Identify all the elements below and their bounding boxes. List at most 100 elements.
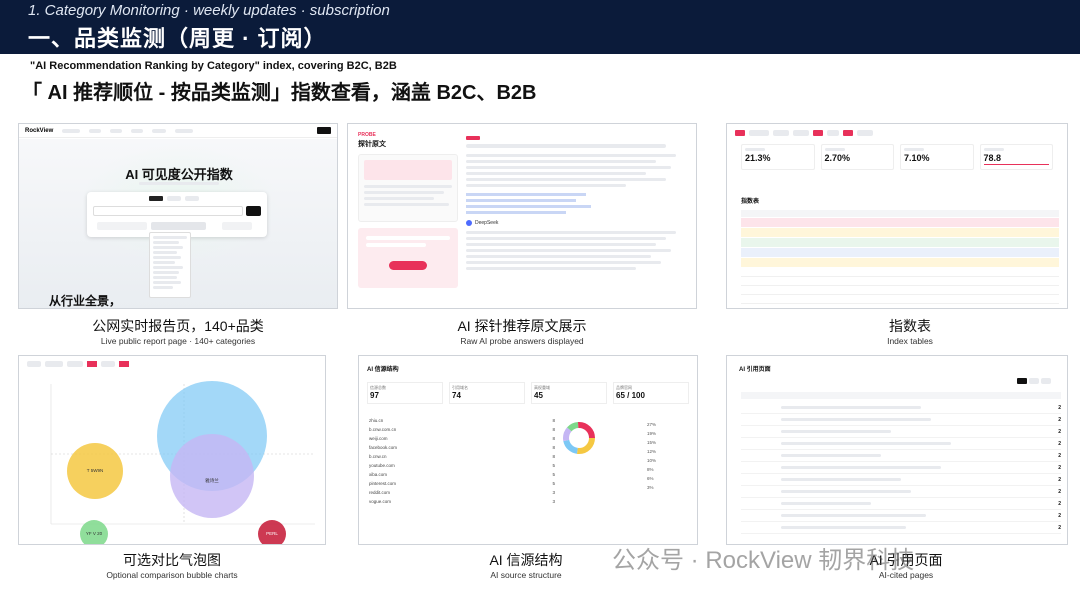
list-item[interactable]: 2 [741,450,1061,462]
kpi-value: 7.10% [904,153,930,163]
section-subtitle: 1. Category Monitoring · weekly updates … [28,2,390,19]
category-select-2[interactable] [151,222,206,230]
kpi-value: 2.70% [824,153,851,163]
logo: RockView [25,127,54,134]
search-input[interactable] [93,206,243,216]
login-button[interactable] [317,127,331,134]
kpi-value: 45 [534,391,543,400]
bubble-label: PERL [266,531,278,536]
share-value: 10% [647,458,657,463]
screenshot-probe-answers: PROBE 探针原文 DeepSeek [347,123,697,309]
search-card [87,192,267,237]
caption-subtitle: Optional comparison bubble charts [106,570,238,580]
table-row[interactable] [741,258,1059,267]
caption-title: AI 探针推荐原文展示 [457,318,587,334]
section-title: 一、品类监测（周更 · 订阅） [28,26,327,51]
table-row[interactable] [741,218,1059,227]
share-value: 6% [647,476,654,481]
screenshot-cited-pages: AI 引用页面 2 2 2 2 2 2 2 2 2 2 2 [726,355,1068,545]
list-item[interactable]: 2 [741,414,1061,426]
caption-subtitle: Raw AI probe answers displayed [460,336,584,346]
list-item[interactable]: 2 [741,522,1061,534]
share-value: 3% [647,485,654,490]
kpi-value: 21.3% [745,153,771,163]
deepseek-label: DeepSeek [475,220,499,226]
table-row[interactable] [741,228,1059,237]
bubble-label: T 5W9N [87,468,103,473]
bubble-plot: T 5W9N 雅诗兰 YF V 20 PERL [50,381,315,544]
caption-probe-answers: AI 探针推荐原文展示 Raw AI probe answers display… [357,316,687,346]
table-row[interactable]: xiba.com 5 [367,470,557,479]
table-row[interactable] [741,268,1059,277]
list-item[interactable]: 2 [741,402,1061,414]
caption-title: 指数表 [889,318,931,334]
cited-title: AI 引用页面 [739,367,771,373]
list-item[interactable]: 2 [741,462,1061,474]
table-row[interactable] [741,295,1059,304]
list-item[interactable]: 2 [741,486,1061,498]
screenshot-public-report: RockView AI 可见度公开指数 从行业全景， [18,123,338,309]
watermark: 公众号 · RockView 韧界科技 [612,547,915,574]
table-title: 指数表 [741,199,760,205]
category-select[interactable] [97,222,147,230]
caption-title: 可选对比气泡图 [123,552,221,568]
kpi-value: 65 / 100 [616,391,645,400]
question-card [358,154,458,222]
context-label: "AI Recommendation Ranking by Category" … [30,60,397,72]
kpi-value: 74 [452,391,461,400]
list-item[interactable]: 2 [741,474,1061,486]
table-row[interactable] [741,277,1059,286]
screenshot-source-structure: AI 信源结构 信源总数 97 引用域名 74 高权重域 45 品牌官网 65 … [358,355,698,545]
share-value: 19% [647,431,657,436]
kpi-value: 78.8 [983,153,1002,163]
caption-index-table: 指数表 Index tables [745,316,1075,346]
table-row[interactable]: reddit.com 3 [367,488,557,497]
probe-title: 探针原文 [358,141,386,148]
table-row[interactable]: facebook.com 8 [367,443,557,452]
share-value: 12% [647,449,657,454]
table-row[interactable]: vogue.com 3 [367,497,557,506]
header-banner: 1. Category Monitoring · weekly updates … [0,0,1080,54]
table-row[interactable] [741,248,1059,257]
bubble[interactable] [170,434,254,518]
bubble-label: 雅诗兰 [205,477,219,484]
kpi-card: 信源总数 97 [367,382,443,404]
table-row[interactable]: weiji.com 8 [367,434,557,443]
screenshot-bubble-chart: T 5W9N 雅诗兰 YF V 20 PERL [18,355,326,545]
generate-card [358,228,458,288]
share-value: 27% [647,422,657,427]
caption-subtitle: Live public report page · 140+ categorie… [100,336,256,346]
table-row[interactable]: b.cnw.com.cn 8 [367,425,557,434]
list-item[interactable]: 2 [741,498,1061,510]
table-row[interactable] [741,238,1059,247]
source-donut [563,422,595,454]
table-row[interactable]: youtube.com 5 [367,461,557,470]
share-value: 15% [647,440,657,445]
list-item[interactable]: 2 [741,426,1061,438]
kpi-card: 78.8 [979,144,1053,170]
domain-table: zhiu.cn 8 b.cnw.com.cn 8 weiji.com 8 facebo… [367,416,557,506]
hero-bottom-text: 从行业全景， [49,294,122,308]
search-button[interactable] [246,206,261,216]
table-row[interactable]: b.cnw.cn 8 [367,452,557,461]
generate-button[interactable] [389,261,427,270]
kpi-value: 97 [370,391,379,400]
caption-subtitle: Index tables [887,336,933,346]
deepseek-icon [466,220,472,226]
kpi-card: 高权重域 45 [531,382,607,404]
top-nav: RockView [19,124,337,138]
table-row[interactable]: zhiu.cn 8 [367,416,557,425]
table-row[interactable] [741,286,1059,295]
kpi-card: 品牌官网 65 / 100 [613,382,689,404]
kpi-card: 21.3% [741,144,815,170]
source-title: AI 信源结构 [367,367,399,373]
caption-title: 公网实时报告页，140+品类 [92,318,264,334]
screenshot-index-table: 21.3% 2.70% 7.10% 78.8 指数表 [726,123,1068,309]
kpi-card: 7.10% [900,144,974,170]
kpi-card: 引用域名 74 [449,382,525,404]
table-row[interactable]: pinterest.com 5 [367,479,557,488]
list-item[interactable]: 2 [741,438,1061,450]
hero-title: AI 可见度公开指数 [125,167,233,182]
category-dropdown[interactable] [149,232,191,298]
list-item[interactable]: 2 [741,510,1061,522]
